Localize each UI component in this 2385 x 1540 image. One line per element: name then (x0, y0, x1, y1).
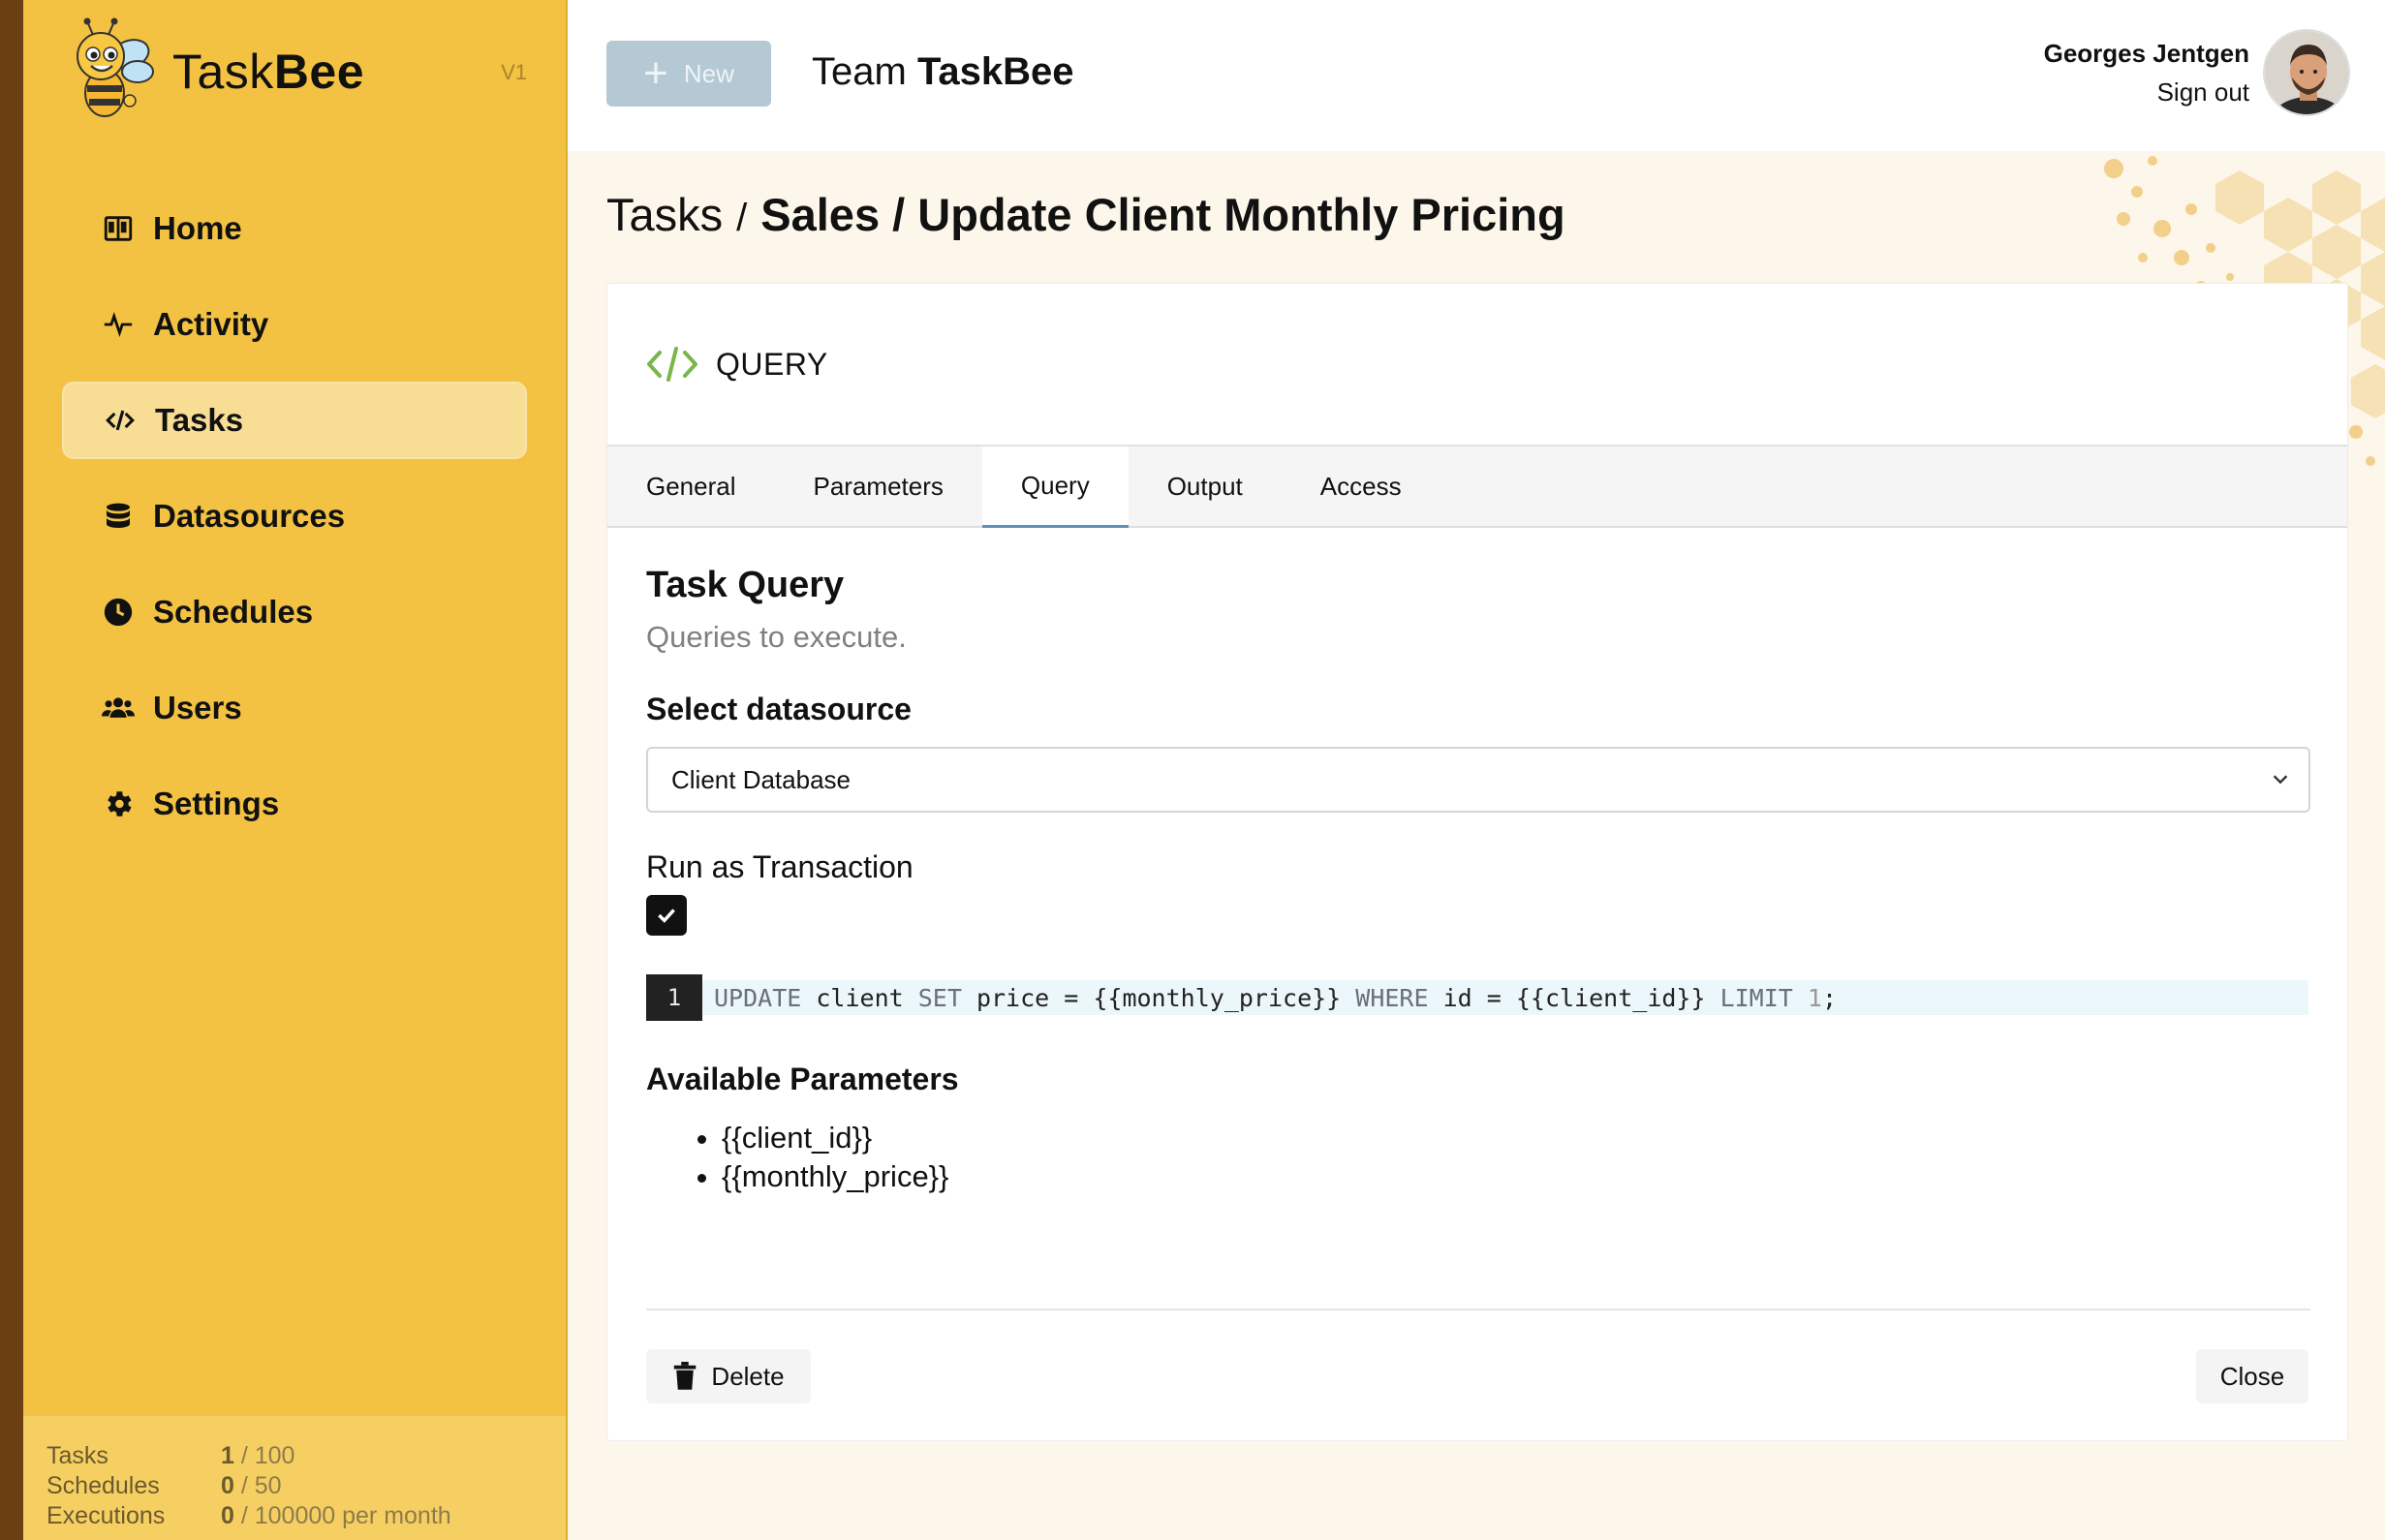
usage-row-schedules: Schedules 0 / 50 (46, 1472, 282, 1499)
section-title: Task Query (646, 565, 845, 605)
check-icon (658, 909, 675, 923)
building-icon (101, 211, 136, 246)
code-token: UPDATE (714, 983, 802, 1012)
nav-item-home[interactable]: Home (62, 190, 527, 267)
user-name: Georges Jentgen (2043, 39, 2249, 68)
card-header: QUERY (607, 284, 2347, 447)
nav-item-activity[interactable]: Activity (62, 286, 527, 363)
pulse-icon (101, 307, 136, 342)
code-line[interactable]: UPDATE client SET price = {{monthly_pric… (702, 980, 2308, 1015)
team-title: Team TaskBee (812, 50, 1074, 93)
brand[interactable]: TaskBee (62, 17, 364, 126)
window-edge (0, 0, 23, 1540)
nav-item-schedules[interactable]: Schedules (62, 573, 527, 651)
trash-icon (674, 1362, 697, 1390)
nav-label: Schedules (153, 594, 314, 630)
params-title: Available Parameters (646, 1062, 959, 1096)
nav-label: Datasources (153, 498, 346, 534)
usage-row-tasks: Tasks 1 / 100 (46, 1442, 295, 1469)
list-item: {{client_id}} (722, 1119, 2308, 1157)
bee-logo-icon (77, 17, 154, 117)
tab-output[interactable]: Output (1129, 447, 1282, 526)
chevron-down-icon (2273, 775, 2288, 785)
nav-label: Activity (153, 306, 269, 342)
brand-name: TaskBee (172, 45, 365, 99)
card-title: QUERY (716, 346, 828, 382)
code-token: price = {{monthly_price}} (961, 983, 1356, 1012)
code-token: WHERE (1355, 983, 1429, 1012)
sign-out-link[interactable]: Sign out (2157, 77, 2249, 108)
code-icon (647, 347, 697, 382)
footer-divider (646, 1309, 2310, 1310)
list-item: {{monthly_price}} (722, 1157, 2308, 1196)
version-label: V1 (501, 60, 527, 84)
card-body: Task Query Queries to execute. Select da… (607, 528, 2347, 1196)
nav-item-datasources[interactable]: Datasources (62, 477, 527, 555)
code-token: id = {{client_id}} (1428, 983, 1720, 1012)
delete-button[interactable]: Delete (646, 1349, 811, 1403)
code-token: client (801, 983, 918, 1012)
usage-summary: Tasks 1 / 100 Schedules 0 / 50 Execution… (23, 1414, 566, 1540)
tab-bar: General Parameters Query Output Access (607, 447, 2347, 528)
plus-icon: + (643, 49, 668, 97)
datasource-label: Select datasource (646, 692, 912, 726)
nav-label: Users (153, 690, 242, 725)
usage-row-executions: Executions 0 / 100000 per month (46, 1502, 451, 1529)
breadcrumb: Tasks / Sales / Update Client Monthly Pr… (606, 188, 1565, 241)
nav-item-settings[interactable]: Settings (62, 765, 527, 843)
close-button[interactable]: Close (2196, 1349, 2308, 1403)
users-icon (101, 691, 136, 725)
task-card: QUERY General Parameters Query Output Ac… (606, 283, 2348, 1441)
datasource-select[interactable]: Client Database (646, 747, 2310, 813)
tab-access[interactable]: Access (1282, 447, 1440, 526)
section-subtitle: Queries to execute. (646, 620, 907, 654)
tab-general[interactable]: General (607, 447, 775, 526)
nav-label: Settings (153, 785, 280, 821)
gear-icon (101, 786, 136, 821)
topbar: + New Team TaskBee Georges Jentgen Sign … (568, 0, 2385, 151)
tab-query[interactable]: Query (981, 447, 1129, 528)
line-number: 1 (646, 974, 702, 1021)
transaction-checkbox[interactable] (646, 895, 687, 936)
clock-icon (101, 595, 136, 630)
code-token: ; (1821, 983, 1838, 1012)
datasource-value: Client Database (671, 764, 851, 794)
tab-parameters[interactable]: Parameters (775, 447, 982, 526)
nav-item-users[interactable]: Users (62, 669, 527, 747)
code-icon (103, 403, 138, 438)
code-token: SET (917, 983, 962, 1012)
avatar[interactable] (2263, 29, 2350, 116)
database-icon (101, 499, 136, 534)
nav-item-tasks[interactable]: Tasks (62, 382, 527, 459)
nav-label: Tasks (155, 402, 244, 438)
code-token: LIMIT (1719, 983, 1793, 1012)
page-title: Sales / Update Client Monthly Pricing (760, 189, 1565, 240)
breadcrumb-root[interactable]: Tasks (606, 188, 723, 241)
nav-label: Home (153, 210, 242, 246)
main-nav: Home Activity Tasks Datasources Schedule… (62, 190, 527, 861)
transaction-label: Run as Transaction (646, 849, 914, 884)
sidebar: TaskBee V1 Home Activity Tasks Datasourc (23, 0, 568, 1540)
new-button[interactable]: + New (606, 41, 771, 107)
code-token: 1 (1807, 983, 1822, 1012)
breadcrumb-separator: / (736, 197, 748, 239)
query-editor[interactable]: 1 UPDATE client SET price = {{monthly_pr… (646, 974, 2308, 1021)
params-list: {{client_id}} {{monthly_price}} (646, 1119, 2308, 1196)
